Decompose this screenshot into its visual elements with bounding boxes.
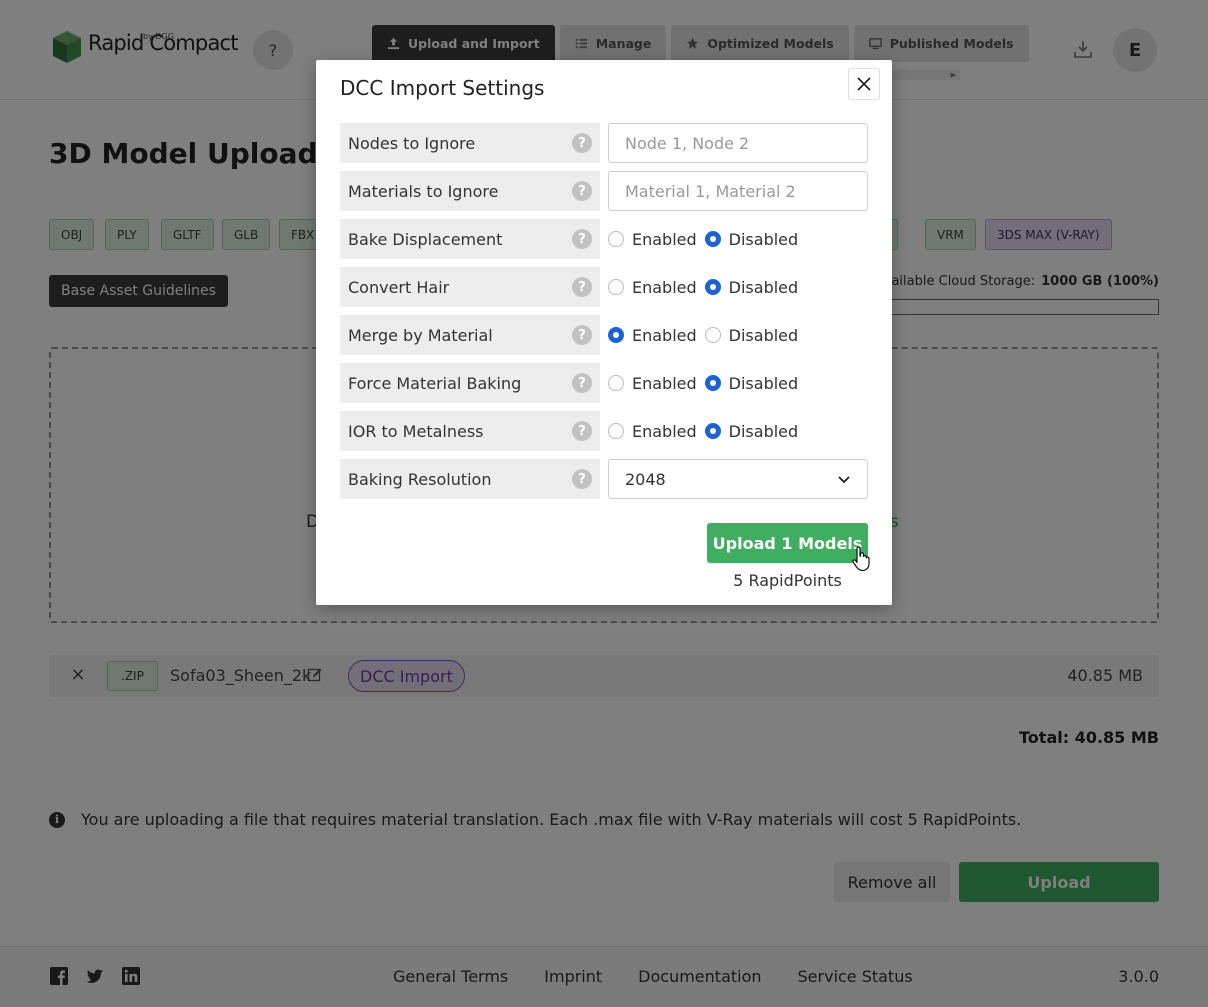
disabled-option[interactable]: Disabled (704, 229, 799, 249)
baking-resolution-select[interactable]: 2048 (608, 459, 868, 499)
enabled-radio[interactable] (608, 327, 624, 343)
setting-label: Materials to Ignore (340, 171, 600, 211)
enabled-label: Enabled (632, 229, 697, 249)
chevron-down-icon (838, 476, 850, 484)
disabled-radio[interactable] (704, 231, 721, 247)
enabled-option[interactable]: Enabled (608, 230, 697, 249)
close-icon (857, 77, 871, 91)
nodes-to-ignore-input[interactable] (608, 123, 868, 163)
help-icon[interactable]: ? (572, 229, 592, 249)
disabled-option[interactable]: Disabled (704, 421, 799, 441)
setting-label: Nodes to Ignore (340, 123, 600, 163)
force-material-baking-radio-group: Enabled Disabled (608, 363, 806, 403)
upload-models-button[interactable]: Upload 1 Models (707, 523, 868, 563)
setting-label-text: Convert Hair (348, 277, 450, 297)
setting-convert-hair: Convert Hair ? Enabled Disabled (340, 267, 868, 307)
disabled-label: Disabled (728, 421, 799, 441)
enabled-option[interactable]: Enabled (608, 326, 697, 345)
help-icon[interactable]: ? (572, 133, 592, 153)
enabled-label: Enabled (632, 373, 697, 393)
setting-label-text: Bake Displacement (348, 229, 503, 249)
disabled-option[interactable]: Disabled (704, 277, 799, 297)
enabled-label: Enabled (632, 421, 697, 441)
setting-ior-to-metalness: IOR to Metalness ? Enabled Disabled (340, 411, 868, 451)
enabled-option[interactable]: Enabled (608, 374, 697, 393)
ior-to-metalness-radio-group: Enabled Disabled (608, 411, 806, 451)
setting-bake-displacement: Bake Displacement ? Enabled Disabled (340, 219, 868, 259)
bake-displacement-radio-group: Enabled Disabled (608, 219, 806, 259)
setting-label-text: Materials to Ignore (348, 181, 499, 201)
enabled-radio[interactable] (608, 231, 624, 247)
setting-label: IOR to Metalness (340, 411, 600, 451)
disabled-radio[interactable] (704, 375, 721, 391)
materials-to-ignore-input[interactable] (608, 171, 868, 211)
help-icon[interactable]: ? (572, 421, 592, 441)
disabled-label: Disabled (728, 325, 799, 345)
setting-label-text: IOR to Metalness (348, 421, 484, 441)
enabled-option[interactable]: Enabled (608, 422, 697, 441)
setting-label: Force Material Baking (340, 363, 600, 403)
disabled-label: Disabled (728, 277, 799, 297)
disabled-option[interactable]: Disabled (704, 325, 799, 345)
disabled-label: Disabled (728, 229, 799, 249)
enabled-radio[interactable] (608, 423, 624, 439)
help-icon[interactable]: ? (572, 373, 592, 393)
disabled-label: Disabled (728, 373, 799, 393)
dcc-import-settings-dialog: DCC Import Settings Nodes to Ignore ? Ma… (316, 60, 892, 605)
help-icon[interactable]: ? (572, 181, 592, 201)
disabled-radio[interactable] (704, 279, 721, 295)
setting-baking-resolution: Baking Resolution ? 2048 (340, 459, 868, 499)
setting-label: Merge by Material (340, 315, 600, 355)
help-icon[interactable]: ? (572, 469, 592, 489)
setting-label-text: Baking Resolution (348, 469, 492, 489)
enabled-label: Enabled (632, 325, 697, 345)
setting-label-text: Merge by Material (348, 325, 493, 345)
setting-materials-to-ignore: Materials to Ignore ? (340, 171, 868, 211)
enabled-radio[interactable] (608, 279, 624, 295)
setting-force-material-baking: Force Material Baking ? Enabled Disabled (340, 363, 868, 403)
setting-nodes-to-ignore: Nodes to Ignore ? (340, 123, 868, 163)
help-icon[interactable]: ? (572, 325, 592, 345)
selected-value: 2048 (625, 469, 666, 489)
convert-hair-radio-group: Enabled Disabled (608, 267, 806, 307)
enabled-label: Enabled (632, 277, 697, 297)
disabled-radio[interactable] (704, 423, 721, 439)
disabled-option[interactable]: Disabled (704, 373, 799, 393)
setting-label-text: Nodes to Ignore (348, 133, 476, 153)
setting-label: Baking Resolution (340, 459, 600, 499)
setting-label-text: Force Material Baking (348, 373, 522, 393)
hand-cursor-icon (852, 546, 870, 572)
help-icon[interactable]: ? (572, 277, 592, 297)
close-button[interactable] (848, 68, 880, 100)
rapidpoints-cost: 5 RapidPoints (733, 571, 842, 590)
enabled-option[interactable]: Enabled (608, 278, 697, 297)
dialog-title: DCC Import Settings (340, 76, 545, 100)
setting-label: Convert Hair (340, 267, 600, 307)
setting-merge-by-material: Merge by Material ? Enabled Disabled (340, 315, 868, 355)
merge-by-material-radio-group: Enabled Disabled (608, 315, 806, 355)
setting-label: Bake Displacement (340, 219, 600, 259)
disabled-radio[interactable] (704, 327, 721, 343)
enabled-radio[interactable] (608, 375, 624, 391)
